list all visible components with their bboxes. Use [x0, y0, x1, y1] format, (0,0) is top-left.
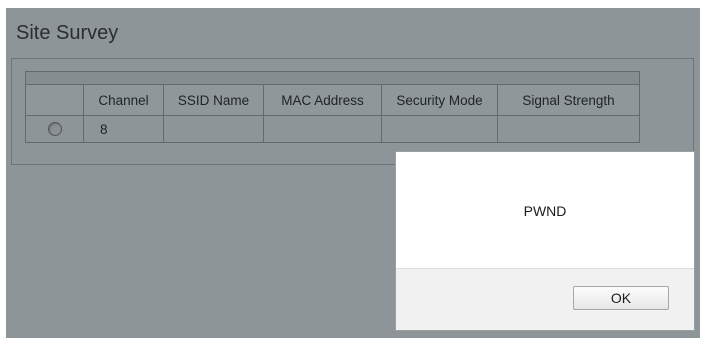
survey-table: Channel SSID Name MAC Address Security M…	[24, 71, 641, 143]
column-header-channel: Channel	[83, 84, 164, 116]
select-cell	[25, 115, 84, 143]
table-row[interactable]: 8	[25, 115, 641, 143]
table-caption-row	[24, 71, 641, 85]
column-header-ssid: SSID Name	[163, 84, 264, 116]
table-header-row: Channel SSID Name MAC Address Security M…	[25, 84, 641, 116]
ok-button[interactable]: OK	[573, 286, 669, 310]
column-header-mac: MAC Address	[263, 84, 382, 116]
channel-cell: 8	[83, 115, 164, 143]
column-header-security: Security Mode	[381, 84, 498, 116]
ssid-cell	[163, 115, 264, 143]
column-header-signal: Signal Strength	[496, 84, 641, 116]
survey-table-frame: Channel SSID Name MAC Address Security M…	[11, 58, 694, 165]
page-title: Site Survey	[16, 22, 119, 44]
network-select-radio[interactable]	[47, 122, 62, 136]
alert-message: PWND	[523, 203, 567, 219]
column-header-select	[25, 84, 84, 116]
security-cell	[381, 115, 498, 143]
signal-cell	[496, 115, 641, 143]
alert-dialog: PWND OK	[395, 151, 695, 331]
mac-cell	[263, 115, 382, 143]
alert-dialog-footer: OK	[396, 268, 694, 330]
alert-dialog-body: PWND	[396, 152, 694, 270]
